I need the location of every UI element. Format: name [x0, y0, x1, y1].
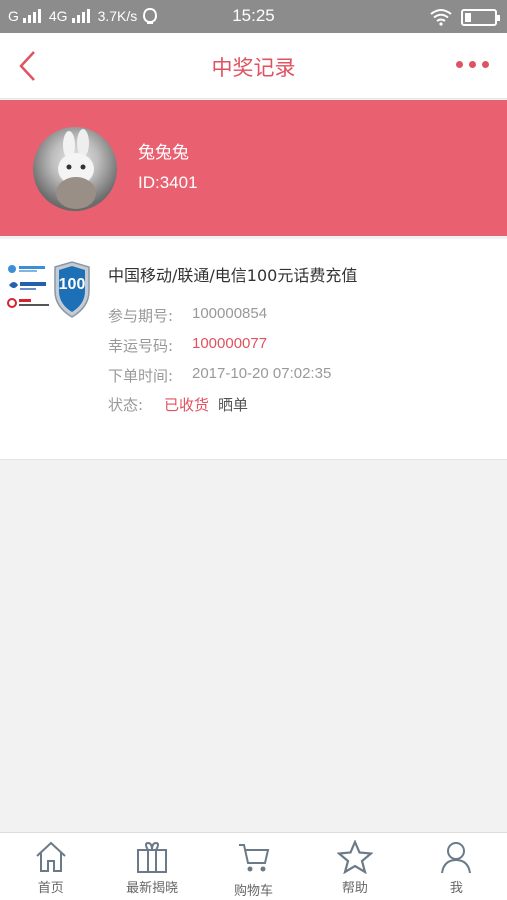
share-order-link[interactable]: 晒单 [218, 394, 248, 415]
tab-label: 最新揭晓 [126, 881, 179, 896]
user-icon [441, 842, 472, 874]
record-card[interactable]: 100 中国移动/联通/电信100元话费充值 参与期号: 100000854 幸… [0, 239, 507, 460]
status-row: 状态: 已收货 晒单 [108, 394, 248, 415]
lucky-number-label: 幸运号码: [108, 337, 174, 355]
battery-icon [461, 8, 500, 26]
cart-icon [238, 844, 269, 872]
badge-number: 100 [58, 276, 86, 293]
product-image[interactable]: 100 [6, 261, 96, 319]
order-time-value: 2017-10-20 07:02:35 [192, 365, 332, 382]
tab-label: 购物车 [234, 884, 274, 899]
issue-row: 参与期号: 100000854 [108, 305, 267, 326]
avatar[interactable] [33, 127, 117, 211]
lucky-number-value: 100000077 [192, 335, 268, 352]
order-time-row: 下单时间: 2017-10-20 07:02:35 [108, 365, 331, 386]
bottom-tab-bar: 首页 最新揭晓 购物车 帮助 我 [0, 832, 507, 900]
tab-latest[interactable]: 最新揭晓 [101, 833, 202, 900]
star-icon [336, 840, 373, 874]
status-bar: G 4G 3.7K/s 15:25 [0, 0, 507, 33]
tab-cart[interactable]: 购物车 [203, 833, 304, 900]
more-dot-icon [456, 61, 463, 68]
tab-label: 首页 [37, 881, 64, 896]
tab-home[interactable]: 首页 [0, 833, 101, 900]
home-icon [36, 841, 66, 872]
tab-help[interactable]: 帮助 [304, 833, 405, 900]
tab-label: 帮助 [341, 881, 368, 896]
more-dot-icon [469, 61, 476, 68]
rabbit-photo [56, 129, 96, 209]
system-icons [429, 8, 500, 26]
profile-banner: 兔兔兔 ID:3401 [0, 100, 507, 236]
tab-me[interactable]: 我 [406, 833, 507, 900]
more-dot-icon [482, 61, 489, 68]
page-title: 中奖记录 [211, 56, 296, 80]
lucky-number-row: 幸运号码: 100000077 [108, 335, 267, 356]
issue-value: 100000854 [192, 305, 268, 322]
status-badge: 已收货 [164, 396, 210, 414]
nav-header: 中奖记录 [0, 33, 507, 99]
issue-label: 参与期号: [108, 307, 174, 325]
wifi-icon [430, 9, 452, 26]
user-id: ID:3401 [138, 173, 198, 192]
gift-icon [137, 841, 168, 873]
more-button[interactable] [456, 61, 489, 68]
status-label: 状态: [108, 396, 144, 414]
username: 兔兔兔 [138, 143, 189, 163]
order-time-label: 下单时间: [108, 367, 174, 385]
product-name[interactable]: 中国移动/联通/电信100元话费充值 [108, 262, 357, 286]
tab-label: 我 [449, 881, 463, 896]
